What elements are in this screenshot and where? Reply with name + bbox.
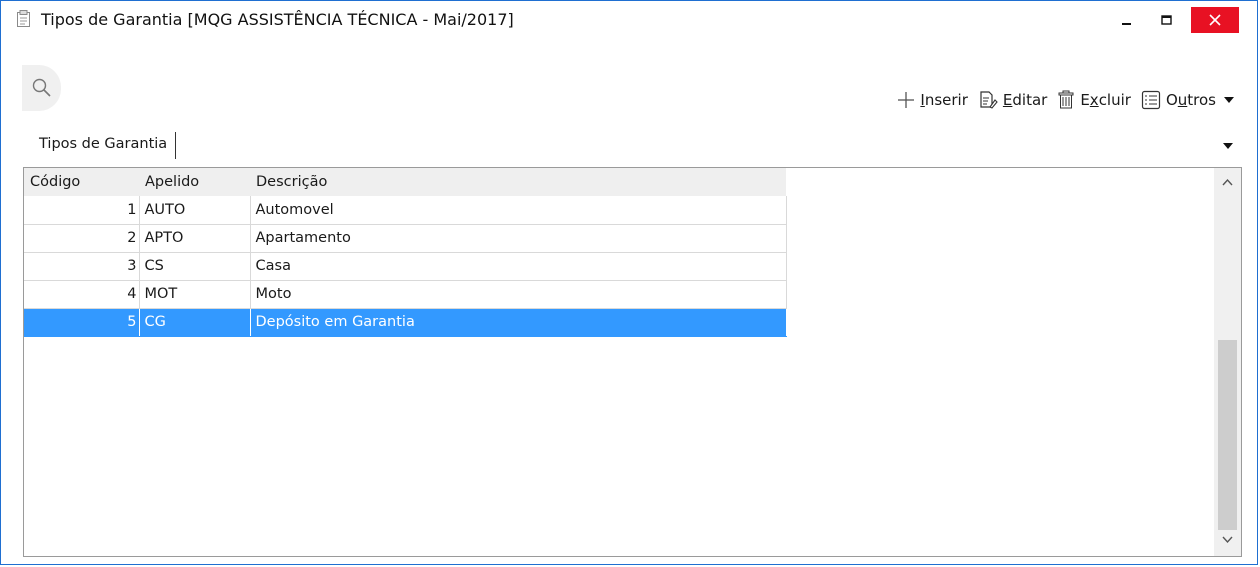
- column-header-codigo[interactable]: Código: [24, 168, 139, 196]
- grid-header-row: Código Apelido Descrição: [24, 168, 786, 196]
- insert-button[interactable]: Inserir: [897, 91, 968, 109]
- insert-label: nserir: [924, 91, 968, 109]
- delete-label: cluir: [1098, 91, 1131, 109]
- scroll-down-icon[interactable]: [1222, 536, 1233, 544]
- other-button[interactable]: Ou tros: [1141, 90, 1235, 110]
- maximize-icon: [1161, 15, 1172, 25]
- window-title: Tipos de Garantia [MQG ASSISTÊNCIA TÉCNI…: [41, 10, 514, 29]
- close-icon: [1209, 14, 1221, 26]
- minimize-button[interactable]: [1107, 5, 1147, 35]
- other-accesskey: u: [1177, 91, 1188, 109]
- other-label-start: O: [1165, 91, 1178, 109]
- document-icon: [17, 10, 30, 27]
- column-header-descricao[interactable]: Descrição: [250, 168, 786, 196]
- table-row[interactable]: 3 CS Casa: [24, 252, 787, 281]
- cell-codigo: 2: [24, 224, 140, 253]
- minimize-icon: [1122, 23, 1131, 25]
- list-icon: [1141, 90, 1161, 110]
- cell-codigo: 1: [24, 196, 140, 225]
- table-row[interactable]: 2 APTO Apartamento: [24, 224, 787, 253]
- cell-descricao: Moto: [250, 280, 787, 309]
- close-button[interactable]: [1191, 7, 1239, 33]
- other-label: tros: [1187, 91, 1216, 109]
- cell-codigo: 4: [24, 280, 140, 309]
- scrollbar-thumb[interactable]: [1218, 340, 1237, 530]
- scroll-up-icon[interactable]: [1222, 178, 1233, 186]
- table-row-selected[interactable]: 5 CG Depósito em Garantia: [24, 308, 787, 337]
- edit-document-icon: [980, 91, 998, 109]
- plus-icon: [898, 92, 915, 108]
- cell-codigo: 3: [24, 252, 140, 281]
- title-bar[interactable]: Tipos de Garantia [MQG ASSISTÊNCIA TÉCNI…: [1, 1, 1257, 38]
- cell-apelido: AUTO: [139, 196, 251, 225]
- cell-apelido: CG: [139, 308, 251, 337]
- delete-button[interactable]: Ex cluir: [1057, 90, 1131, 110]
- tab-tipos-de-garantia[interactable]: Tipos de Garantia: [31, 132, 177, 159]
- grid-table: Código Apelido Descrição 1 AUTO Automove…: [24, 168, 787, 337]
- cell-codigo: 5: [24, 308, 140, 337]
- tab-strip: Tipos de Garantia: [31, 132, 177, 159]
- chevron-down-icon: [1224, 97, 1234, 103]
- edit-button[interactable]: Editar: [978, 90, 1047, 110]
- cell-descricao: Automovel: [250, 196, 787, 225]
- tab-label: Tipos de Garantia: [39, 136, 168, 152]
- search-button[interactable]: [22, 65, 61, 111]
- cell-descricao: Casa: [250, 252, 787, 281]
- tab-dropdown-icon[interactable]: [1222, 142, 1234, 150]
- trash-icon: [1058, 90, 1074, 109]
- maximize-button[interactable]: [1147, 5, 1187, 35]
- cell-descricao: Apartamento: [250, 224, 787, 253]
- main-window: Tipos de Garantia [MQG ASSISTÊNCIA TÉCNI…: [0, 0, 1258, 565]
- search-icon: [32, 78, 51, 97]
- table-row[interactable]: 1 AUTO Automovel: [24, 196, 787, 225]
- cell-apelido: CS: [139, 252, 251, 281]
- cell-apelido: APTO: [139, 224, 251, 253]
- delete-label-start: E: [1080, 91, 1090, 109]
- edit-label: ditar: [1012, 91, 1048, 109]
- column-header-apelido[interactable]: Apelido: [139, 168, 250, 196]
- toolbar: Inserir Editar Ex cluir O u tros: [887, 87, 1235, 113]
- data-grid[interactable]: Código Apelido Descrição 1 AUTO Automove…: [23, 167, 1242, 557]
- delete-accesskey: x: [1089, 91, 1099, 109]
- table-row[interactable]: 4 MOT Moto: [24, 280, 787, 309]
- edit-accesskey: E: [1002, 91, 1013, 109]
- vertical-scrollbar[interactable]: [1214, 168, 1241, 556]
- cell-apelido: MOT: [139, 280, 251, 309]
- cell-descricao: Depósito em Garantia: [250, 308, 787, 337]
